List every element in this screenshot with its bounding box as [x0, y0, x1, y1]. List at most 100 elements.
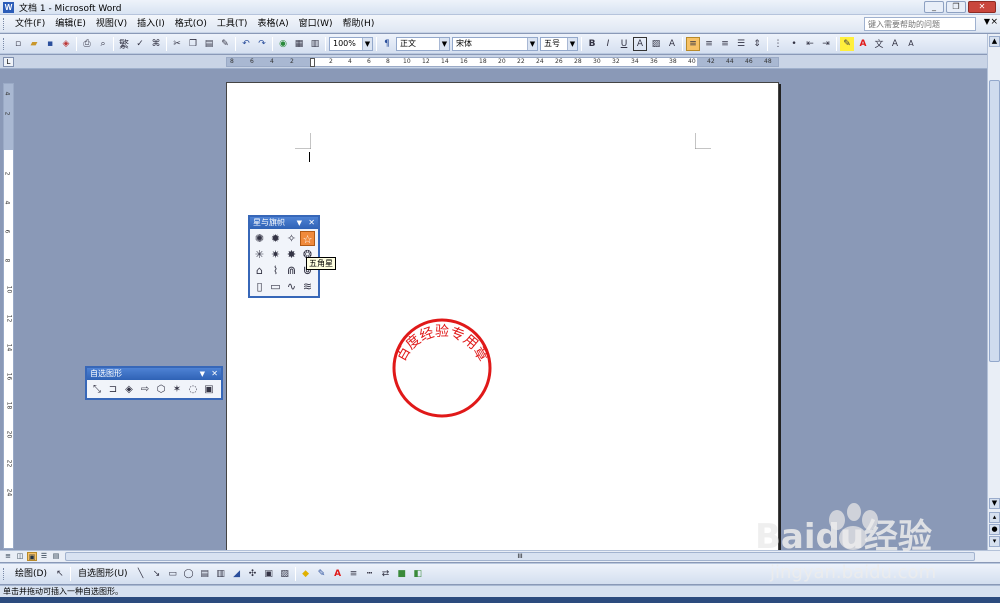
numbering-icon[interactable]: ⋮: [771, 37, 785, 51]
highlight-icon[interactable]: ✎: [840, 36, 854, 51]
copy-icon[interactable]: ❐: [186, 37, 200, 51]
rectangle-icon[interactable]: ▭: [166, 567, 180, 581]
menu-file[interactable]: 文件(F): [10, 16, 50, 32]
decrease-indent-icon[interactable]: ⇤: [803, 37, 817, 51]
print-layout-icon[interactable]: ▣: [27, 552, 37, 561]
scroll-thumb[interactable]: [989, 80, 1000, 362]
help-search-input[interactable]: [864, 17, 976, 31]
indent-marker[interactable]: [310, 58, 315, 67]
font-select[interactable]: 宋体 ▼: [452, 36, 538, 51]
help-dropdown-icon[interactable]: ▼: [984, 17, 990, 26]
autoshapes-panel-title[interactable]: 自选图形 ▼ ✕: [87, 368, 221, 380]
line-color-icon[interactable]: ✎: [315, 567, 329, 581]
font-color-icon[interactable]: A: [856, 37, 870, 51]
3d-style-icon[interactable]: ◧: [411, 567, 425, 581]
vertical-scrollbar[interactable]: ▲ ▼ ▴ ● ▾: [987, 34, 1000, 550]
star-24-point-icon[interactable]: ✸: [284, 247, 299, 262]
oval-icon[interactable]: ◯: [182, 567, 196, 581]
dash-style-icon[interactable]: ┅: [363, 567, 377, 581]
reading-layout-icon[interactable]: ▤: [51, 552, 61, 561]
wave-icon[interactable]: ∿: [284, 279, 299, 294]
character-border-button[interactable]: A: [633, 36, 647, 51]
menu-insert[interactable]: 插入(I): [132, 16, 170, 32]
print-preview-icon[interactable]: ⌕: [96, 37, 110, 51]
restore-button[interactable]: ❐: [946, 1, 966, 13]
menu-grip[interactable]: [3, 17, 6, 30]
menu-format[interactable]: 格式(O): [170, 16, 212, 32]
explosion-2-icon[interactable]: ✹: [268, 231, 283, 246]
menu-view[interactable]: 视图(V): [91, 16, 132, 32]
grow-font-icon[interactable]: A: [888, 37, 902, 51]
save-icon[interactable]: ▪: [43, 37, 57, 51]
font-color-icon[interactable]: A: [331, 567, 345, 581]
up-ribbon-icon[interactable]: ⌂: [252, 263, 267, 278]
document-close-button[interactable]: ×: [990, 17, 998, 27]
tables-borders-icon[interactable]: ▦: [292, 37, 306, 51]
redo-icon[interactable]: ↷: [255, 37, 269, 51]
bullets-icon[interactable]: •: [787, 37, 801, 51]
vertical-ruler[interactable]: 4 2 2 4 6 8 10 12 14 16 18 20 22 24: [3, 83, 14, 549]
lines-icon[interactable]: ⤡: [89, 382, 105, 397]
select-objects-icon[interactable]: ↖: [53, 567, 67, 581]
next-page-button[interactable]: ▾: [989, 536, 1000, 547]
styles-formatting-icon[interactable]: ¶: [380, 37, 394, 51]
character-shading-icon[interactable]: ▨: [649, 37, 663, 51]
connectors-icon[interactable]: ⊐: [105, 382, 121, 397]
horizontal-ruler[interactable]: 8 6 4 2 2 4 6 8 10 12 14 16 18 20 22 24 …: [226, 57, 779, 67]
shrink-font-icon[interactable]: A: [904, 37, 918, 51]
normal-view-icon[interactable]: ≡: [3, 552, 13, 561]
bold-button[interactable]: B: [585, 37, 599, 51]
tab-selector[interactable]: L: [3, 57, 14, 67]
line-icon[interactable]: ╲: [134, 567, 148, 581]
research-icon[interactable]: ⌘: [149, 37, 163, 51]
vertical-scroll-icon[interactable]: ▯: [252, 279, 267, 294]
phonetic-guide-icon[interactable]: 文: [872, 37, 886, 51]
line-style-icon[interactable]: ≡: [347, 567, 361, 581]
outline-view-icon[interactable]: ☰: [39, 552, 49, 561]
stars-panel-title[interactable]: 星与旗帜 ▼ ✕: [250, 217, 318, 229]
menu-window[interactable]: 窗口(W): [294, 16, 338, 32]
open-folder-icon[interactable]: ▰: [27, 37, 41, 51]
textbox-icon[interactable]: ▤: [198, 567, 212, 581]
close-button[interactable]: ✕: [968, 1, 996, 13]
underline-button[interactable]: U: [617, 37, 631, 51]
cut-icon[interactable]: ✂: [170, 37, 184, 51]
star-16-point-icon[interactable]: ✷: [268, 247, 283, 262]
undo-icon[interactable]: ↶: [239, 37, 253, 51]
diagram-icon[interactable]: ✣: [246, 567, 260, 581]
shadow-style-icon[interactable]: ■: [395, 567, 409, 581]
chevron-down-icon[interactable]: ▼: [297, 217, 302, 229]
more-autoshapes-icon[interactable]: ▣: [201, 382, 217, 397]
web-layout-icon[interactable]: ◫: [15, 552, 25, 561]
insert-table-icon[interactable]: ▥: [308, 37, 322, 51]
star-8-point-icon[interactable]: ✳: [252, 247, 267, 262]
align-justify-icon[interactable]: ≡: [686, 36, 700, 51]
previous-page-button[interactable]: ▴: [989, 512, 1000, 523]
print-icon[interactable]: ⎙: [80, 37, 94, 51]
style-select[interactable]: 正文 ▼: [396, 36, 450, 51]
distributed-align-icon[interactable]: ☰: [734, 37, 748, 51]
permission-icon[interactable]: ◈: [59, 37, 73, 51]
curved-up-ribbon-icon[interactable]: ⋒: [284, 263, 299, 278]
wordart-icon[interactable]: ◢: [230, 567, 244, 581]
paste-icon[interactable]: ▤: [202, 37, 216, 51]
chevron-down-icon[interactable]: ▼: [362, 37, 372, 50]
character-scaling-button[interactable]: A: [665, 37, 679, 51]
down-ribbon-icon[interactable]: ⌇: [268, 263, 283, 278]
double-wave-icon[interactable]: ≋: [300, 279, 315, 294]
clip-art-icon[interactable]: ▣: [262, 567, 276, 581]
traditional-chinese-icon[interactable]: 繁: [117, 37, 131, 51]
align-right-icon[interactable]: ≡: [718, 37, 732, 51]
scroll-up-button[interactable]: ▲: [989, 36, 1000, 47]
chevron-down-icon[interactable]: ▼: [567, 37, 577, 50]
align-center-icon[interactable]: ≡: [702, 37, 716, 51]
fill-color-icon[interactable]: ◆: [299, 567, 313, 581]
menu-edit[interactable]: 编辑(E): [50, 16, 91, 32]
toolbar-grip[interactable]: [3, 37, 6, 50]
menu-tools[interactable]: 工具(T): [212, 16, 253, 32]
new-document-icon[interactable]: ▫: [11, 37, 25, 51]
line-spacing-icon[interactable]: ⇕: [750, 37, 764, 51]
red-seal-stamp[interactable]: 百度经验专用章: [390, 318, 494, 418]
arrow-icon[interactable]: ↘: [150, 567, 164, 581]
picture-icon[interactable]: ▨: [278, 567, 292, 581]
